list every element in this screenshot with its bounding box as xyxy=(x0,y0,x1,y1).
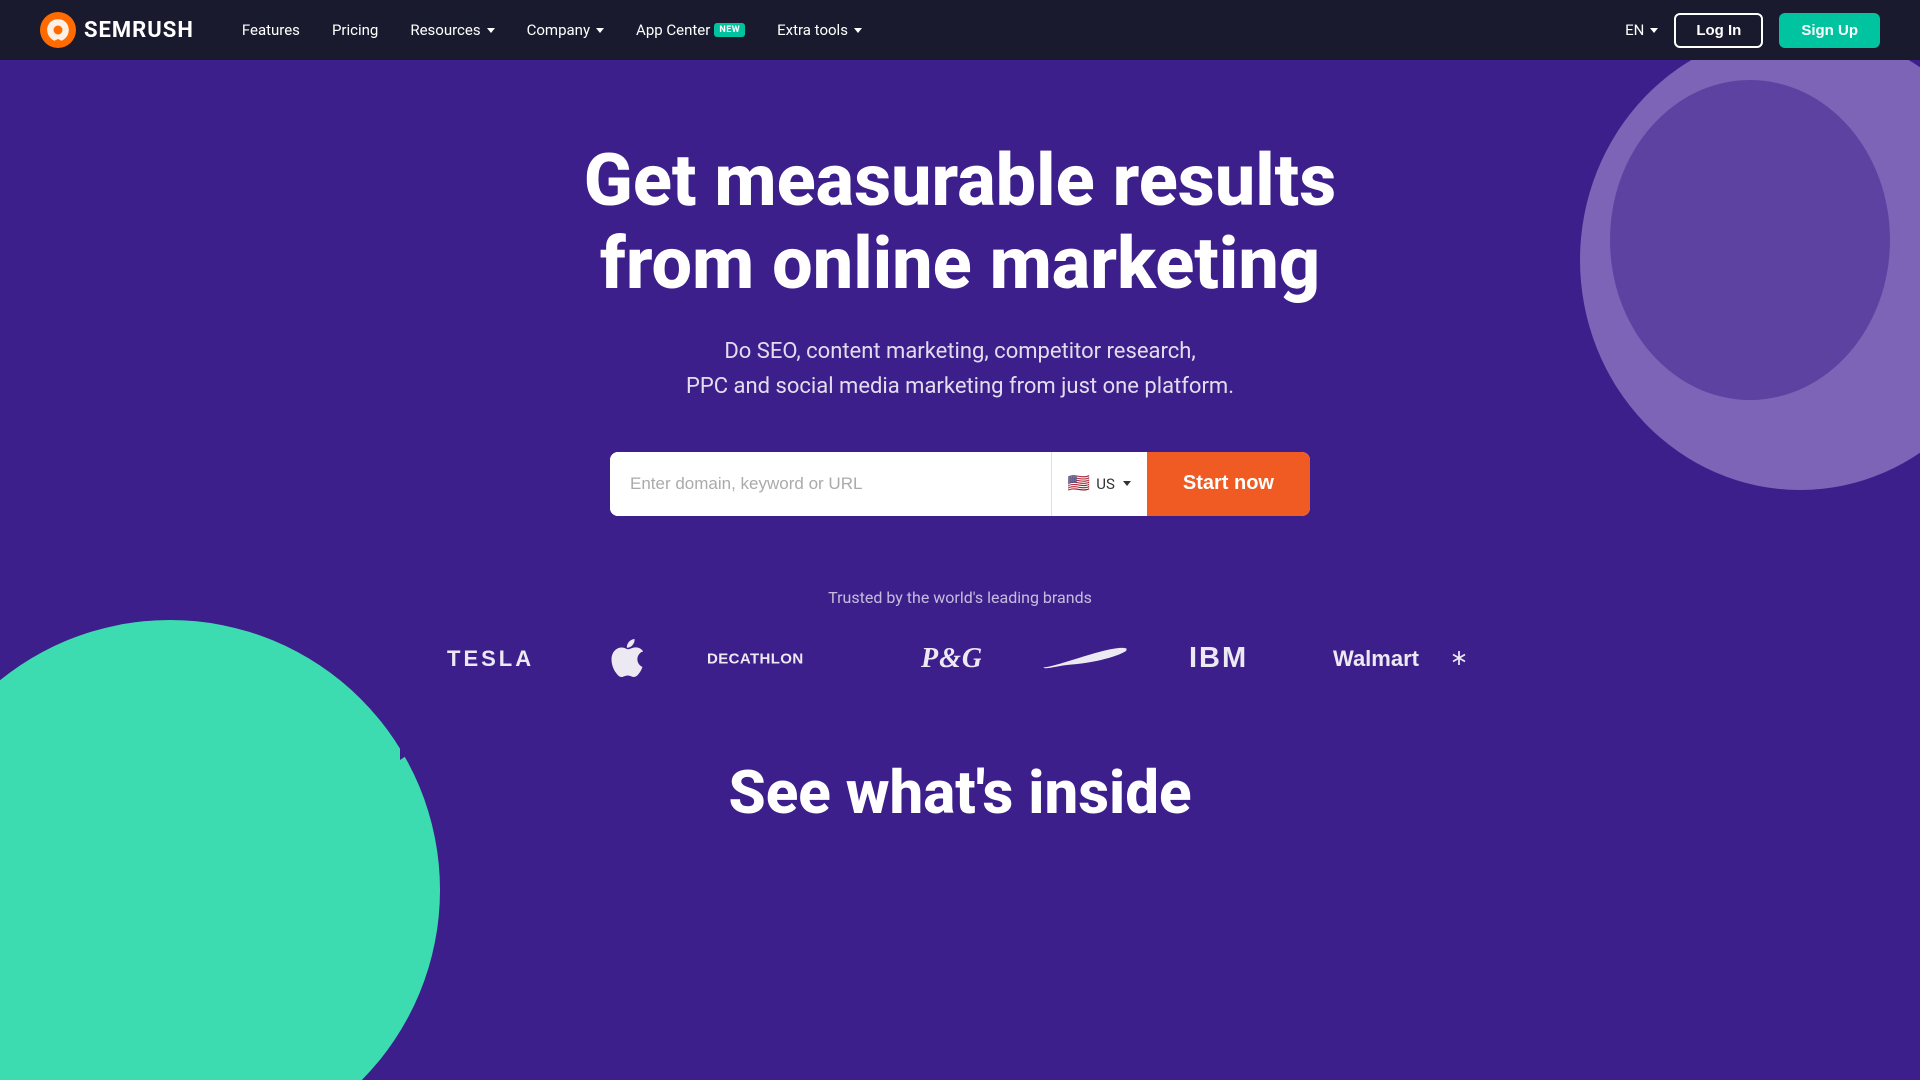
chevron-down-icon xyxy=(1650,28,1658,33)
nav-app-center[interactable]: App Center NEW xyxy=(636,21,745,39)
svg-text:DECATHLON: DECATHLON xyxy=(707,650,804,667)
trusted-section: Trusted by the world's leading brands TE… xyxy=(447,588,1473,677)
search-input[interactable] xyxy=(610,452,1051,516)
brand-ibm: IBM xyxy=(1189,640,1269,676)
start-now-button[interactable]: Start now xyxy=(1147,452,1310,516)
new-badge: NEW xyxy=(714,23,745,37)
chevron-down-icon xyxy=(854,28,862,33)
brand-nike xyxy=(1042,643,1127,673)
signup-button[interactable]: Sign Up xyxy=(1779,13,1880,48)
hero-section: Get measurable results from online marke… xyxy=(0,60,1920,1080)
nav-features[interactable]: Features xyxy=(242,21,300,39)
brand-tesla: TESLA xyxy=(447,644,547,672)
search-bar: 🇺🇸 US Start now xyxy=(610,452,1310,516)
nav-right: EN Log In Sign Up xyxy=(1625,13,1880,48)
flag-icon: 🇺🇸 xyxy=(1068,473,1090,494)
brand-pg: P&G xyxy=(921,640,981,676)
logo[interactable]: SEMRUSH xyxy=(40,12,194,48)
brands-row: TESLA DECATHLON P&G xyxy=(447,639,1473,677)
nav-extra-tools[interactable]: Extra tools xyxy=(777,21,862,39)
svg-text:Walmart: Walmart xyxy=(1333,646,1420,671)
svg-text:TESLA: TESLA xyxy=(447,646,534,671)
login-button[interactable]: Log In xyxy=(1674,13,1763,48)
language-selector[interactable]: EN xyxy=(1625,21,1658,39)
nav-resources[interactable]: Resources xyxy=(410,21,494,39)
hero-content: Get measurable results from online marke… xyxy=(584,140,1336,516)
hero-title: Get measurable results from online marke… xyxy=(584,140,1336,306)
nav-pricing[interactable]: Pricing xyxy=(332,21,378,39)
nav-links: Features Pricing Resources Company App C… xyxy=(242,21,1625,39)
see-inside-title: See what's inside xyxy=(728,757,1191,828)
brand-decathlon: DECATHLON xyxy=(707,644,857,672)
chevron-down-icon xyxy=(596,28,604,33)
navbar: SEMRUSH Features Pricing Resources Compa… xyxy=(0,0,1920,60)
nav-company[interactable]: Company xyxy=(527,21,604,39)
chevron-down-icon xyxy=(487,28,495,33)
brand-walmart: Walmart xyxy=(1333,640,1473,676)
trusted-label: Trusted by the world's leading brands xyxy=(447,588,1473,607)
country-selector[interactable]: 🇺🇸 US xyxy=(1051,452,1147,516)
brand-apple xyxy=(611,639,643,677)
hero-subtitle: Do SEO, content marketing, competitor re… xyxy=(584,334,1336,404)
see-inside-section: See what's inside xyxy=(728,757,1191,828)
logo-text: SEMRUSH xyxy=(84,18,194,43)
svg-text:IBM: IBM xyxy=(1189,642,1248,674)
chevron-down-icon xyxy=(1123,481,1131,486)
svg-text:P&G: P&G xyxy=(921,643,981,674)
